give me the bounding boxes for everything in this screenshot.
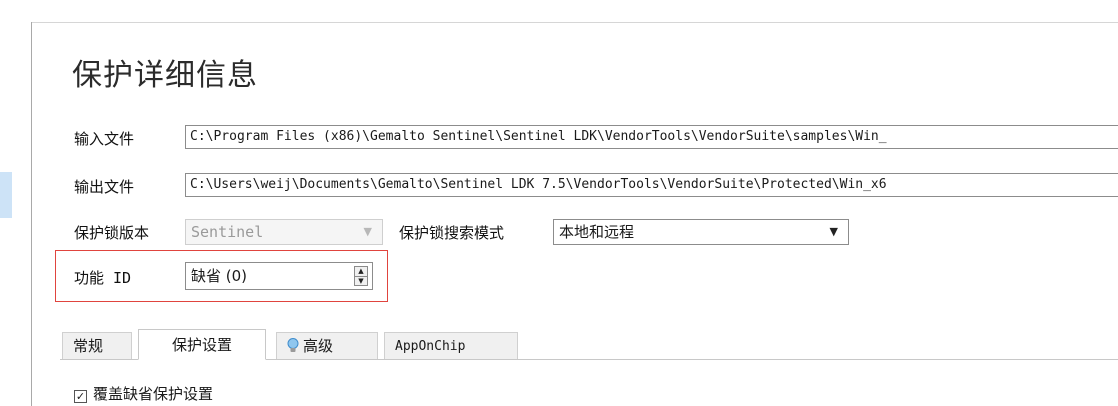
lightbulb-icon [287,338,299,352]
lock-version-value: Sentinel [191,223,264,241]
tab-label: 常规 [73,337,104,355]
lock-version-label: 保护锁版本 [74,224,150,242]
tab-general[interactable]: 常规 [62,332,132,359]
lock-search-mode-dropdown[interactable]: 本地和远程 ▼ [553,219,849,245]
feature-id-spinner[interactable]: 缺省 (0) ▲ ▼ [185,262,373,290]
lock-version-dropdown[interactable]: Sentinel ▼ [185,219,383,245]
tab-apponchip[interactable]: AppOnChip [384,332,518,359]
output-file-label: 输出文件 [74,178,135,196]
tab-label: AppOnChip [395,339,466,354]
tab-label: 保护设置 [171,336,232,354]
tab-protection-settings[interactable]: 保护设置 [138,329,266,360]
top-divider [0,22,1118,23]
spinner-up-icon[interactable]: ▲ [355,267,367,276]
checkbox-checked-icon[interactable]: ✓ [74,390,87,403]
tab-label: 高级 [303,337,334,355]
page-title: 保护详细信息 [72,58,258,93]
output-file-field[interactable]: C:\Users\weij\Documents\Gemalto\Sentinel… [185,173,1118,197]
override-default-checkbox[interactable]: ✓ 覆盖缺省保护设置 [74,383,213,404]
left-pane-selected-item[interactable] [0,172,12,218]
input-file-label: 输入文件 [74,130,135,148]
chevron-down-icon: ▼ [363,225,372,238]
lock-search-mode-label: 保护锁搜索模式 [399,224,505,242]
feature-id-label: 功能 ID [74,269,132,287]
spinner-buttons[interactable]: ▲ ▼ [354,266,368,286]
spinner-down-icon[interactable]: ▼ [355,276,367,286]
tab-advanced[interactable]: 高级 [276,332,378,359]
checkbox-label: 覆盖缺省保护设置 [93,385,214,403]
chevron-down-icon: ▼ [829,225,838,238]
feature-id-value: 缺省 (0) [191,267,248,285]
lock-search-mode-value: 本地和远程 [559,223,635,241]
input-file-field[interactable]: C:\Program Files (x86)\Gemalto Sentinel\… [185,125,1118,149]
